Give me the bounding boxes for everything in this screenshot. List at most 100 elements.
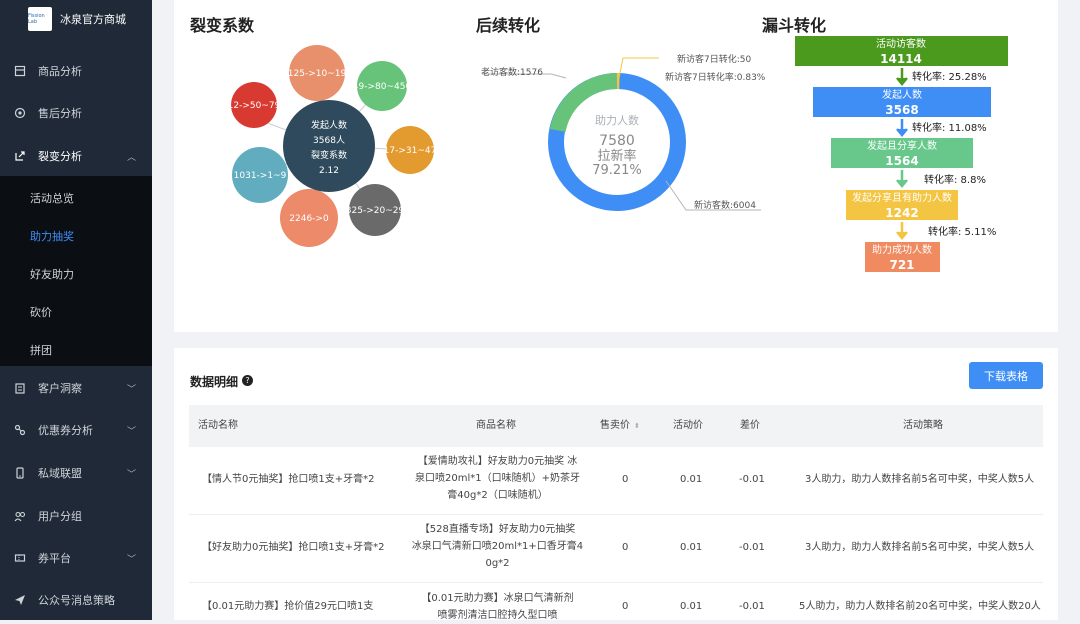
column-header-product: 商品名称 [476,417,516,434]
sidebar-item-label: 优惠券分析 [38,422,93,438]
svg-text:12->50~79: 12->50~79 [228,101,281,111]
ticket-icon [14,552,26,564]
sidebar-item-label: 券平台 [38,550,71,566]
funnel-stage-4: 发起分享且有助力人数 1242 [846,190,958,220]
help-icon[interactable]: ? [242,375,253,386]
column-header-act-price: 活动价 [673,417,703,434]
target-icon [14,107,26,119]
svg-text:325->20~29: 325->20~29 [346,206,405,216]
chevron-up-icon: ︿ [127,150,136,163]
svg-text:1031->1~9: 1031->1~9 [234,171,287,181]
sidebar: Fission Lab 冰泉官方商城 商品分析 售后分析 裂变分析 ︿ 活动总览… [0,0,152,620]
sidebar-item-label: 售后分析 [38,105,82,121]
funnel-rate-1: 转化率: 25.28% [912,70,987,83]
sidebar-item-label: 裂变分析 [38,148,82,164]
bubble-49: 49->80~450 [353,61,412,111]
column-header-diff: 差价 [740,417,760,434]
sidebar-item-label: 私域联盟 [38,465,82,481]
label-old-visitors: 老访客数:1576 [481,66,543,78]
sidebar-item-product-analysis[interactable]: 商品分析 [0,51,152,91]
svg-text:14114: 14114 [880,52,922,66]
label-conv-7d: 新访客7日转化:50 [677,53,751,65]
sidebar-item-user-group[interactable]: 用户分组 [0,496,152,536]
chevron-down-icon: ﹀ [127,467,136,480]
svg-text:1564: 1564 [885,154,918,168]
sidebar-item-private-alliance[interactable]: 私域联盟 ﹀ [0,453,152,493]
chevron-down-icon: ﹀ [127,382,136,395]
sidebar-item-wechat-strategy[interactable]: 公众号消息策略 [0,580,152,620]
sidebar-item-label: 用户分组 [38,508,82,524]
funnel-stage-1: 活动访客数 14114 [795,36,1008,66]
svg-text:1242: 1242 [885,206,918,220]
bubble-12: 12->50~79 [228,82,281,128]
fission-title: 裂变系数 [190,12,254,36]
svg-text:发起分享且有助力人数: 发起分享且有助力人数 [852,191,952,204]
sort-icon: ⬍ [634,422,640,430]
bubble-125: 125->10~19 [288,45,347,101]
svg-text:17->31~47: 17->31~47 [384,146,437,156]
sidebar-item-customer-insight[interactable]: 客户洞察 ﹀ [0,368,152,408]
svg-text:2.12: 2.12 [319,166,339,176]
svg-text:发起人数: 发起人数 [882,88,922,101]
submenu-item-friend-help[interactable]: 好友助力 [30,266,74,282]
funnel-rate-4: 转化率: 5.11% [928,225,996,238]
donut-center-value: 7580 [599,133,635,149]
chevron-down-icon: ﹀ [127,424,136,437]
donut-rate-value: 79.21% [592,163,642,178]
submenu-item-group-buy[interactable]: 拼团 [30,342,52,358]
svg-text:125->10~19: 125->10~19 [288,69,347,79]
followup-donut-chart: 老访客数:1576 新访客数:6004 新访客7日转化:50 新访客7日转化率:… [476,38,766,238]
funnel-title: 漏斗转化 [762,12,826,36]
coupon-icon [14,424,26,436]
submenu-item-lottery[interactable]: 助力抽奖 [30,228,74,244]
row-divider [189,514,1043,515]
funnel-stage-3: 发起且分享人数 1564 [831,138,973,168]
label-conv-rate: 新访客7日转化率:0.83% [665,71,766,83]
sidebar-item-label: 客户洞察 [38,380,82,396]
svg-text:活动访客数: 活动访客数 [876,37,926,50]
followup-title: 后续转化 [476,12,540,36]
donut-center-label: 助力人数 [595,113,639,127]
phone-icon [14,467,26,479]
svg-text:发起人数: 发起人数 [311,119,347,131]
box-icon [14,65,26,77]
svg-text:助力成功人数: 助力成功人数 [872,243,932,256]
svg-text:3568: 3568 [885,103,918,117]
brand: Fission Lab 冰泉官方商城 [0,0,152,38]
funnel-stage-2: 发起人数 3568 [813,87,991,117]
bubble-325: 325->20~29 [346,184,405,236]
funnel-stage-5: 助力成功人数 721 [865,242,940,272]
sidebar-item-after-sale[interactable]: 售后分析 [0,93,152,133]
funnel-rate-2: 转化率: 11.08% [912,121,987,134]
brand-logo: Fission Lab [28,7,52,31]
svg-text:721: 721 [889,258,914,272]
submenu-item-bargain[interactable]: 砍价 [30,304,52,320]
bubble-17: 17->31~47 [384,126,437,174]
column-header-price[interactable]: 售卖价⬍ [600,417,640,435]
sidebar-item-coupon-platform[interactable]: 券平台 ﹀ [0,538,152,578]
svg-text:裂变系数: 裂变系数 [311,149,347,161]
bubble-2246: 2246->0 [280,189,338,247]
submenu-item-overview[interactable]: 活动总览 [30,190,74,206]
sidebar-item-coupon-analysis[interactable]: 优惠券分析 ﹀ [0,410,152,450]
detail-title: 数据明细 [190,373,238,390]
fission-bubble-chart: 125->10~19 49->80~450 12->50~79 17->31~4… [174,38,454,258]
sidebar-item-fission[interactable]: 裂变分析 ︿ [0,136,152,176]
svg-text:49->80~450: 49->80~450 [353,82,412,92]
sidebar-item-label: 商品分析 [38,63,82,79]
svg-text:发起且分享人数: 发起且分享人数 [867,139,937,152]
download-button[interactable]: 下载表格 [969,362,1043,389]
funnel-rate-3: 转化率: 8.8% [924,173,986,186]
chevron-down-icon: ﹀ [127,552,136,565]
group-icon [14,510,26,522]
submenu: 活动总览 助力抽奖 好友助力 砍价 拼团 [0,176,152,366]
label-new-visitors: 新访客数:6004 [694,199,756,211]
column-header-name: 活动名称 [198,417,238,434]
row-divider [189,582,1043,583]
share-icon [14,150,26,162]
funnel-chart: 活动访客数 14114 转化率: 25.28% 发起人数 3568 转化率: 1… [790,34,1058,274]
column-header-strategy: 活动策略 [903,417,943,434]
donut-rate-label: 拉新率 [597,148,636,164]
svg-text:3568人: 3568人 [313,135,345,146]
send-icon [14,594,26,606]
